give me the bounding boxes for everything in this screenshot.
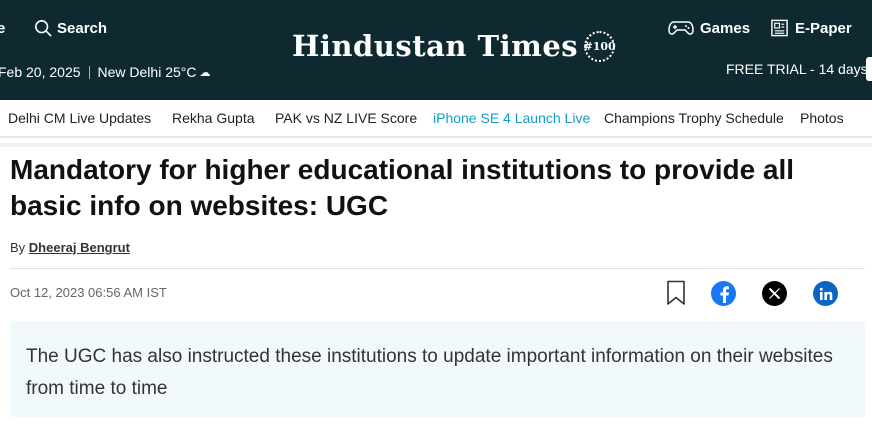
logo-seal-100: #100 bbox=[584, 31, 616, 62]
nav-item-champions-trophy[interactable]: Champions Trophy Schedule bbox=[604, 110, 784, 126]
search-button[interactable]: Search bbox=[34, 19, 107, 37]
weather-text: New Delhi 25°C bbox=[97, 64, 197, 80]
current-date: Feb 20, 2025 bbox=[0, 64, 81, 80]
free-trial-link[interactable]: FREE TRIAL - 14 days bbox=[726, 61, 868, 77]
nav-item-photos[interactable]: Photos bbox=[800, 110, 844, 126]
article-summary: The UGC has also instructed these instit… bbox=[26, 346, 833, 399]
games-label: Games bbox=[700, 19, 751, 37]
bookmark-button[interactable] bbox=[664, 280, 688, 306]
site-logo[interactable]: Hindustan Times #100 bbox=[292, 29, 616, 63]
nav-item-rekha-gupta[interactable]: Rekha Gupta bbox=[172, 110, 255, 126]
nav-item-iphone-se4[interactable]: iPhone SE 4 Launch Live bbox=[433, 110, 590, 126]
linkedin-icon bbox=[819, 287, 832, 300]
bookmark-icon bbox=[667, 280, 685, 305]
nav-divider bbox=[0, 136, 872, 138]
site-header: e Search Feb 20, 2025 New Delhi 25°C ☁ H… bbox=[0, 0, 872, 100]
subscribe-button[interactable] bbox=[866, 57, 872, 81]
epaper-link[interactable]: E-Paper bbox=[770, 18, 852, 38]
games-link[interactable]: Games bbox=[668, 19, 750, 37]
byline: By Dheeraj Bengrut bbox=[10, 240, 130, 255]
x-icon bbox=[768, 287, 781, 300]
logo-wordmark: Hindustan Times bbox=[292, 29, 579, 63]
gamepad-icon bbox=[668, 21, 694, 35]
byline-prefix: By bbox=[10, 240, 26, 255]
newspaper-icon bbox=[771, 19, 788, 37]
linkedin-share-button[interactable] bbox=[813, 281, 838, 306]
date-separator bbox=[88, 65, 90, 79]
nav-item-pak-vs-nz[interactable]: PAK vs NZ LIVE Score bbox=[275, 110, 417, 126]
search-icon bbox=[34, 19, 52, 37]
nav-item-delhi-cm-live[interactable]: Delhi CM Live Updates bbox=[8, 110, 151, 126]
article-summary-box: The UGC has also instructed these instit… bbox=[10, 321, 865, 417]
weather-cloud-icon: ☁ bbox=[199, 66, 211, 79]
facebook-icon bbox=[720, 285, 729, 303]
facebook-share-button[interactable] bbox=[711, 281, 736, 306]
trending-nav: Delhi CM Live Updates Rekha Gupta PAK vs… bbox=[0, 100, 872, 136]
epaper-label: E-Paper bbox=[795, 19, 852, 37]
article-headline: Mandatory for higher educational institu… bbox=[10, 154, 795, 221]
search-label: Search bbox=[57, 19, 108, 37]
menu-label-fragment[interactable]: e bbox=[0, 20, 5, 37]
x-share-button[interactable] bbox=[762, 281, 787, 306]
date-weather-line: Feb 20, 2025 New Delhi 25°C ☁ bbox=[0, 64, 211, 80]
byline-divider bbox=[10, 268, 865, 269]
author-link[interactable]: Dheeraj Bengrut bbox=[29, 240, 130, 255]
article-timestamp: Oct 12, 2023 06:56 AM IST bbox=[10, 285, 167, 300]
nav-shadow bbox=[0, 143, 872, 147]
